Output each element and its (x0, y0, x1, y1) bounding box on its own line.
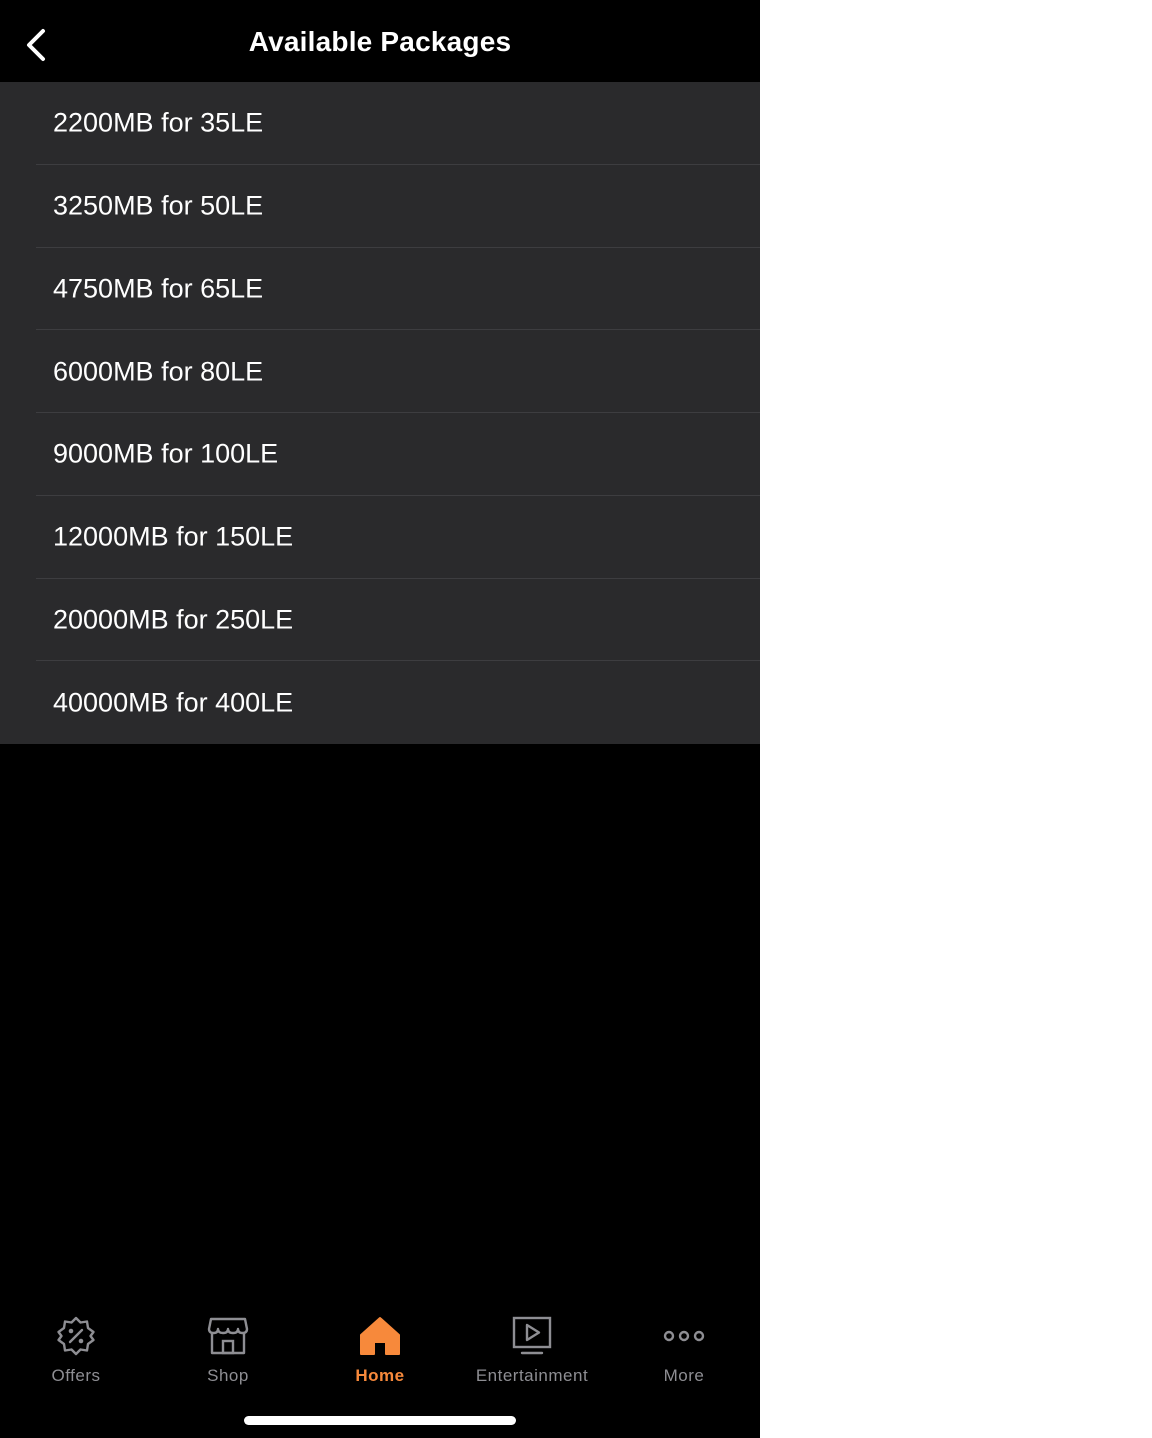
tab-offers[interactable]: Offers (0, 1300, 152, 1400)
page-title: Available Packages (248, 26, 512, 57)
package-label: 6000MB for 80LE (53, 356, 264, 387)
package-label: 40000MB for 400LE (53, 687, 294, 718)
package-item[interactable]: 2200MB for 35LE (0, 82, 760, 165)
tab-shop[interactable]: Shop (152, 1300, 304, 1400)
package-item[interactable]: 6000MB for 80LE (0, 330, 760, 413)
package-label: 4750MB for 65LE (53, 273, 264, 304)
package-item[interactable]: 9000MB for 100LE (0, 413, 760, 496)
package-item[interactable]: 3250MB for 50LE (0, 165, 760, 248)
home-icon (356, 1312, 404, 1360)
packages-list: 2200MB for 35LE 3250MB for 50LE 4750MB f… (0, 82, 760, 744)
package-item[interactable]: 12000MB for 150LE (0, 496, 760, 579)
tab-label: Offers (51, 1366, 101, 1385)
header-bar: Available Packages (0, 0, 760, 82)
tab-label: Shop (207, 1366, 249, 1385)
package-label: 2200MB for 35LE (53, 107, 264, 138)
app-screen: Available Packages 2200MB for 35LE 3250M… (0, 0, 760, 1438)
tab-label: More (663, 1366, 705, 1385)
package-item[interactable]: 20000MB for 250LE (0, 579, 760, 662)
offers-percent-badge-icon (52, 1312, 100, 1360)
package-label: 20000MB for 250LE (53, 604, 294, 635)
package-item[interactable]: 40000MB for 400LE (0, 661, 760, 744)
more-dots-icon (660, 1312, 708, 1360)
bottom-tab-bar: Offers Shop Home Entertainment More (0, 1300, 760, 1400)
store-icon (204, 1312, 252, 1360)
tab-label: Home (355, 1366, 405, 1385)
tab-entertainment[interactable]: Entertainment (456, 1300, 608, 1400)
tab-more[interactable]: More (608, 1300, 760, 1400)
tab-home[interactable]: Home (304, 1300, 456, 1400)
home-indicator[interactable] (244, 1416, 516, 1425)
tab-label: Entertainment (475, 1366, 589, 1385)
package-label: 3250MB for 50LE (53, 190, 264, 221)
package-item[interactable]: 4750MB for 65LE (0, 248, 760, 331)
play-screen-icon (508, 1312, 556, 1360)
package-label: 12000MB for 150LE (53, 521, 294, 552)
package-label: 9000MB for 100LE (53, 438, 279, 469)
